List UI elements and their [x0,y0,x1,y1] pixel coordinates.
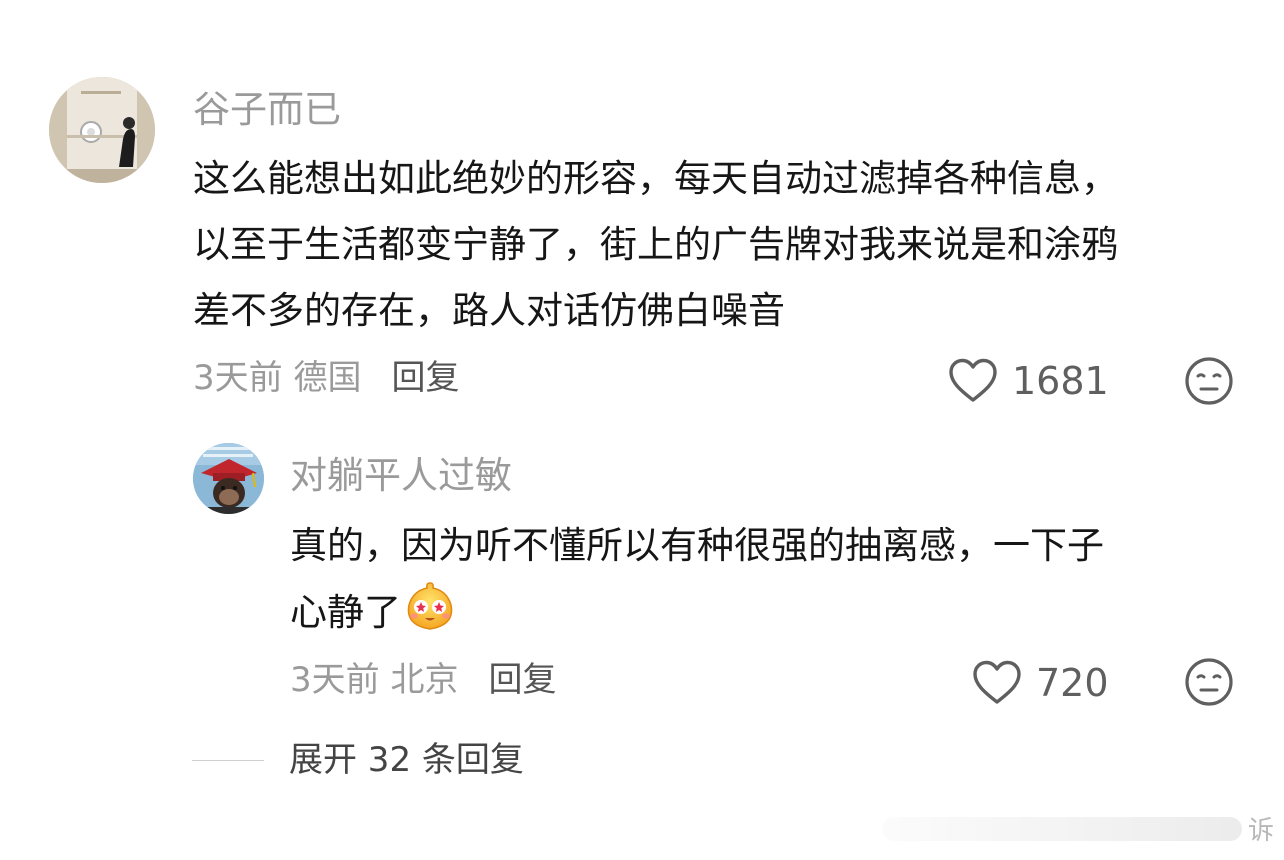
comment-time-location: 3天前 德国 [193,358,362,398]
starry-eyed-emoji-icon [403,579,457,633]
comment-line: 这么能想出如此绝妙的形容，每天自动过滤掉各种信息， [193,157,1118,200]
reply-line-text: 心静了 [290,591,401,634]
neutral-face-icon [1185,357,1233,405]
comment-meta: 3天前 德国 回复 [193,358,459,398]
comment-body: 这么能想出如此绝妙的形容，每天自动过滤掉各种信息， 以至于生活都变宁静了，街上的… [193,146,1118,344]
neutral-face-icon [1185,658,1233,706]
watermark: 诉 [881,810,1274,847]
reply-like-count: 720 [1036,661,1109,705]
comment-line: 以至于生活都变宁静了，街上的广告牌对我来说是和涂鸦 [193,223,1118,266]
comment-like-count: 1681 [1012,359,1109,403]
watermark-text: 诉 [1247,816,1274,846]
comment-line: 差不多的存在，路人对话仿佛白噪音 [193,289,785,332]
expand-replies[interactable]: 展开 32 条回复 [192,738,524,782]
divider [192,759,264,761]
reply-like-button[interactable]: 720 [972,660,1109,706]
comment-reply-button[interactable]: 回复 [391,358,459,398]
reply-reply-button[interactable]: 回复 [488,660,556,700]
avatar-image [193,443,264,514]
reply-dislike-button[interactable] [1184,657,1234,707]
reply-username[interactable]: 对躺平人过敏 [290,454,512,498]
reply-body: 真的，因为听不懂所以有种很强的抽离感，一下子 心静了 [290,513,1104,646]
comment-username[interactable]: 谷子而已 [193,88,341,132]
avatar[interactable] [49,77,155,183]
expand-replies-label[interactable]: 展开 32 条回复 [289,738,524,782]
comment-like-button[interactable]: 1681 [948,358,1109,404]
avatar-image [49,77,155,183]
heart-outline-icon [973,660,1021,704]
comment-thread: 谷子而已 这么能想出如此绝妙的形容，每天自动过滤掉各种信息， 以至于生活都变宁静… [0,0,1284,860]
heart-outline-icon [949,358,997,402]
reply-line: 心静了 [290,579,1104,646]
reply-avatar[interactable] [193,443,264,514]
watermark-bar [881,816,1242,841]
reply-meta: 3天前 北京 回复 [290,660,556,700]
comment-dislike-button[interactable] [1184,356,1234,406]
reply-line: 真的，因为听不懂所以有种很强的抽离感，一下子 [290,524,1104,567]
reply-time-location: 3天前 北京 [290,660,459,700]
